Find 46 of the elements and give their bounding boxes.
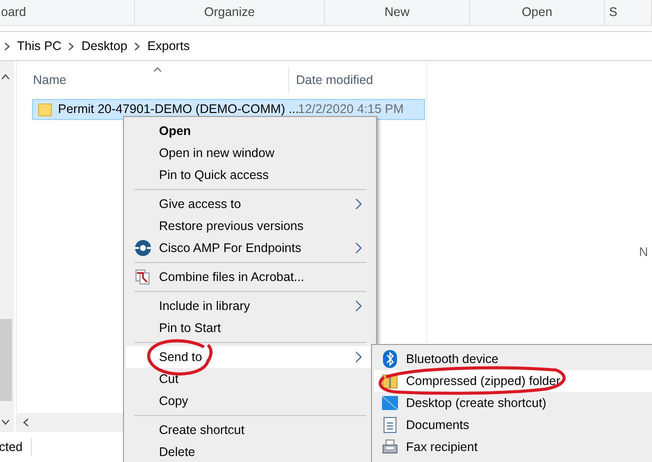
column-header[interactable]: Date modified (289, 67, 425, 93)
scroll-left-icon[interactable] (23, 418, 29, 426)
sort-caret-icon (153, 67, 162, 72)
menu-item[interactable]: Open (126, 120, 374, 142)
menu-item[interactable]: Cut (126, 368, 374, 390)
breadcrumb-item[interactable]: Desktop (81, 36, 128, 56)
folder-icon (38, 102, 52, 116)
menu-item[interactable]: Open in new window (126, 142, 374, 164)
menu-item[interactable]: Copy (126, 390, 374, 412)
date-modified: 12/2/2020 4:15 PM (298, 101, 404, 118)
scroll-up-icon[interactable] (1, 74, 10, 80)
fax-machine-icon (382, 439, 398, 455)
menu-item[interactable]: Documents (374, 414, 652, 436)
menu-item[interactable]: Include in library (126, 295, 374, 317)
menu-item[interactable]: Desktop (create shortcut) (374, 392, 652, 414)
menu-item[interactable]: Send to (126, 346, 374, 368)
ribbon-group-label: Organize (204, 4, 255, 22)
scrollbar-thumb[interactable] (0, 319, 12, 401)
menu-item[interactable]: Restore previous versions (126, 215, 374, 237)
breadcrumb-item[interactable]: This PC (17, 36, 62, 56)
menu-item[interactable]: Delete (126, 441, 374, 462)
chevron-icon (68, 42, 74, 50)
menu-item[interactable]: Pin to Start (126, 317, 374, 339)
menu-item[interactable]: Cisco AMP For Endpoints (126, 237, 374, 259)
menu-item[interactable]: Create shortcut (126, 419, 374, 441)
ribbon-group-label: Open (522, 4, 552, 22)
menu-item[interactable]: Give access to (126, 193, 374, 215)
document-icon (383, 417, 397, 433)
bluetooth-icon (383, 350, 397, 368)
menu-item[interactable]: Bluetooth device (374, 348, 652, 370)
ribbon-group-label: oard (1, 4, 26, 22)
menu-item[interactable]: Compressed (zipped) folder (374, 370, 652, 392)
desktop-icon (382, 396, 398, 410)
chevron-icon (134, 42, 140, 50)
menu-item[interactable]: Combine files in Acrobat... (126, 266, 374, 288)
pdf-files-icon (134, 269, 150, 285)
preview-message: N (639, 244, 648, 261)
disc-icon (134, 240, 150, 256)
menu-item[interactable]: Fax recipient (374, 436, 652, 458)
column-header[interactable]: Name (17, 67, 289, 93)
menu-item[interactable]: Pin to Quick access (126, 164, 374, 186)
chevron-icon (4, 42, 10, 50)
ribbon-group-label: New (384, 4, 410, 22)
breadcrumb-item[interactable]: Exports (147, 36, 190, 56)
scroll-down-icon[interactable] (1, 419, 10, 425)
ribbon-group-label: S (609, 4, 618, 22)
